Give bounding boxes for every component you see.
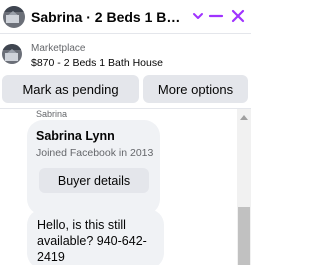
mark-as-pending-button[interactable]: Mark as pending — [2, 75, 139, 103]
more-options-button[interactable]: More options — [143, 75, 248, 103]
chat-header: Sabrina · 2 Beds 1 Bath House — [0, 0, 251, 34]
close-icon[interactable] — [228, 6, 248, 26]
conversation-avatar[interactable] — [3, 6, 25, 28]
scrollbar-thumb[interactable] — [238, 207, 250, 265]
buyer-details-button[interactable]: Buyer details — [39, 168, 149, 193]
listing-thumbnail[interactable] — [2, 44, 22, 64]
message-bubble[interactable]: Hello, is this still available? 940-642-… — [27, 209, 164, 265]
marketplace-label: Marketplace — [31, 43, 86, 54]
minimize-icon[interactable] — [206, 6, 226, 26]
buyer-profile-card: Sabrina Lynn Joined Facebook in 2013 Buy… — [27, 120, 160, 215]
chevron-down-icon[interactable] — [188, 6, 208, 26]
conversation-title[interactable]: Sabrina · 2 Beds 1 Bath House — [31, 9, 187, 25]
buyer-name: Sabrina Lynn — [36, 129, 115, 143]
sender-name: Sabrina — [36, 109, 68, 119]
buyer-joined-date: Joined Facebook in 2013 — [36, 147, 154, 159]
listing-title[interactable]: $870 - 2 Beds 1 Bath House — [31, 57, 163, 69]
scroll-up-arrow-icon[interactable] — [240, 115, 248, 120]
message-thread[interactable]: Sabrina Sabrina Lynn Joined Facebook in … — [0, 109, 251, 265]
